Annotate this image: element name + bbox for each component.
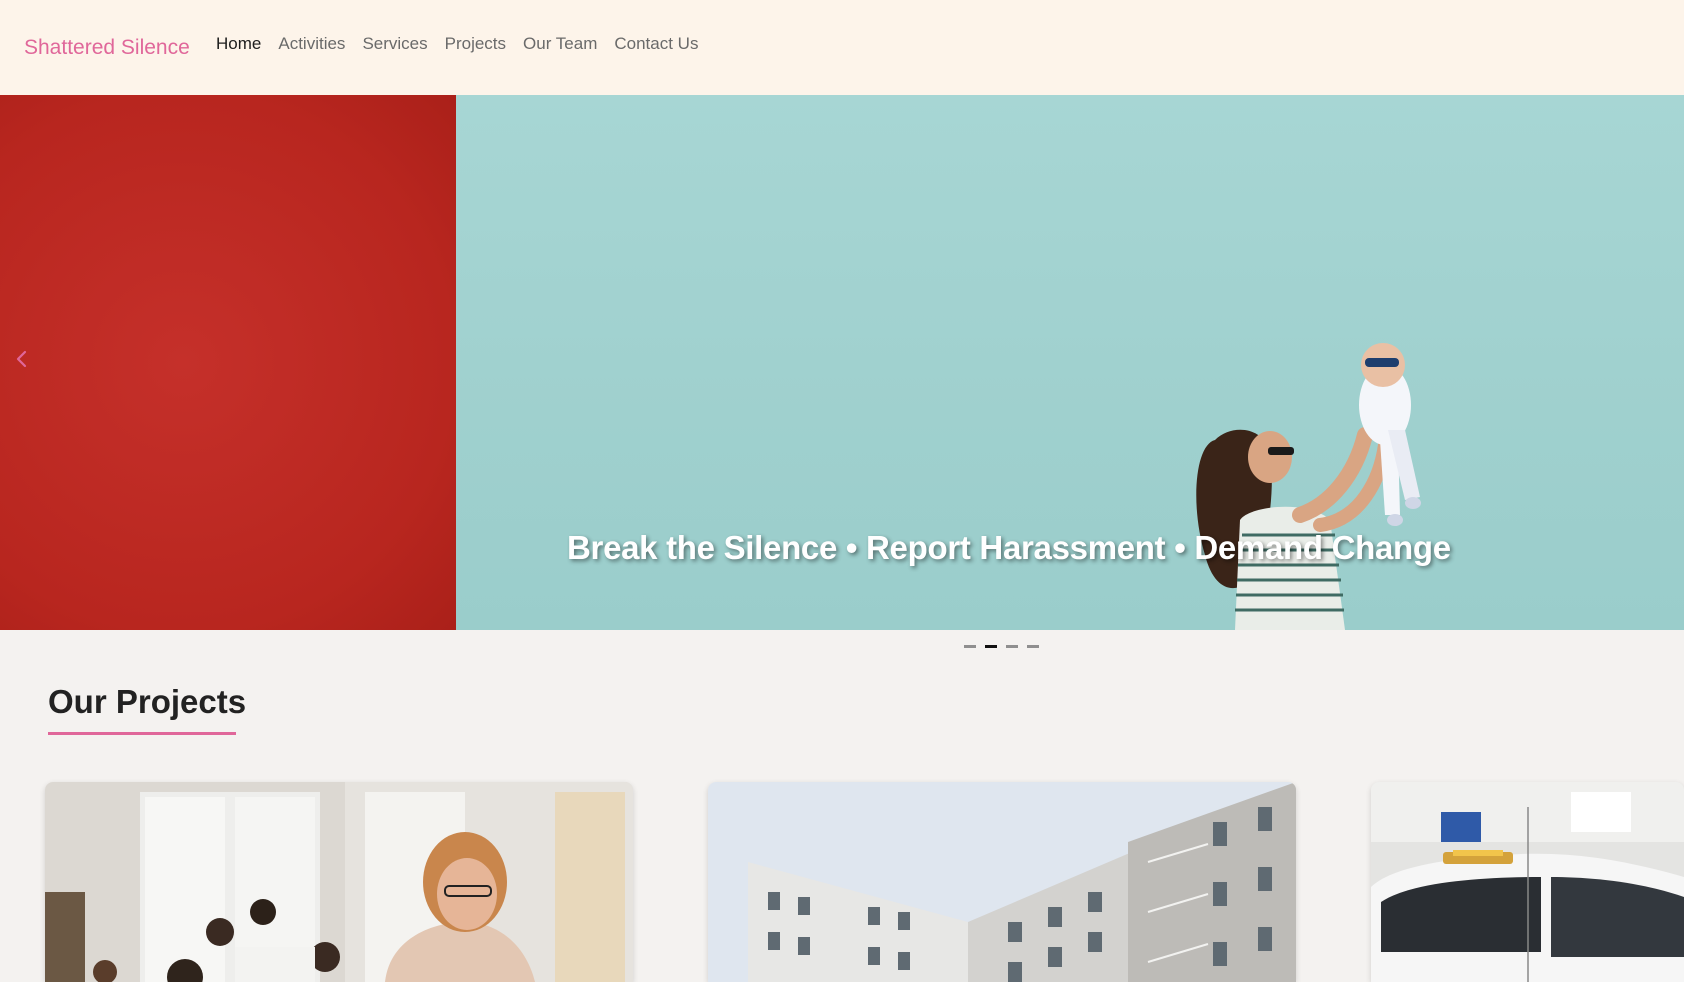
section-title-projects: Our Projects bbox=[48, 683, 247, 720]
carousel-indicator-3[interactable] bbox=[1006, 645, 1018, 648]
nav-our-team[interactable]: Our Team bbox=[523, 34, 597, 54]
navbar: Shattered Silence Home Activities Servic… bbox=[0, 0, 1684, 95]
nav-activities[interactable]: Activities bbox=[278, 34, 345, 54]
hero-carousel: Break the Silence • Report Harassment • … bbox=[0, 95, 1684, 630]
woman-with-baby-image bbox=[1196, 343, 1421, 630]
carousel-indicator-1[interactable] bbox=[964, 645, 976, 648]
project-card-3[interactable] bbox=[1371, 782, 1684, 982]
classroom-teacher-image bbox=[45, 782, 633, 982]
carousel-indicator-2[interactable] bbox=[985, 645, 997, 648]
chevron-left-icon[interactable] bbox=[10, 347, 34, 371]
police-car-image bbox=[1371, 782, 1684, 982]
brand-logo[interactable]: Shattered Silence bbox=[24, 36, 190, 60]
project-card-2[interactable] bbox=[708, 782, 1296, 982]
nav-links: Home Activities Services Projects Our Te… bbox=[216, 34, 698, 54]
nav-home[interactable]: Home bbox=[216, 34, 261, 54]
nav-services[interactable]: Services bbox=[362, 34, 427, 54]
carousel-indicator-4[interactable] bbox=[1027, 645, 1039, 648]
hero-slide-red-panel bbox=[0, 95, 458, 630]
nav-contact-us[interactable]: Contact Us bbox=[614, 34, 698, 54]
nav-projects[interactable]: Projects bbox=[445, 34, 506, 54]
apartment-building-image bbox=[708, 782, 1296, 982]
section-underline bbox=[48, 732, 236, 735]
carousel-indicators bbox=[964, 645, 1039, 648]
project-card-1[interactable] bbox=[45, 782, 633, 982]
hero-caption: Break the Silence • Report Harassment • … bbox=[567, 529, 1451, 566]
